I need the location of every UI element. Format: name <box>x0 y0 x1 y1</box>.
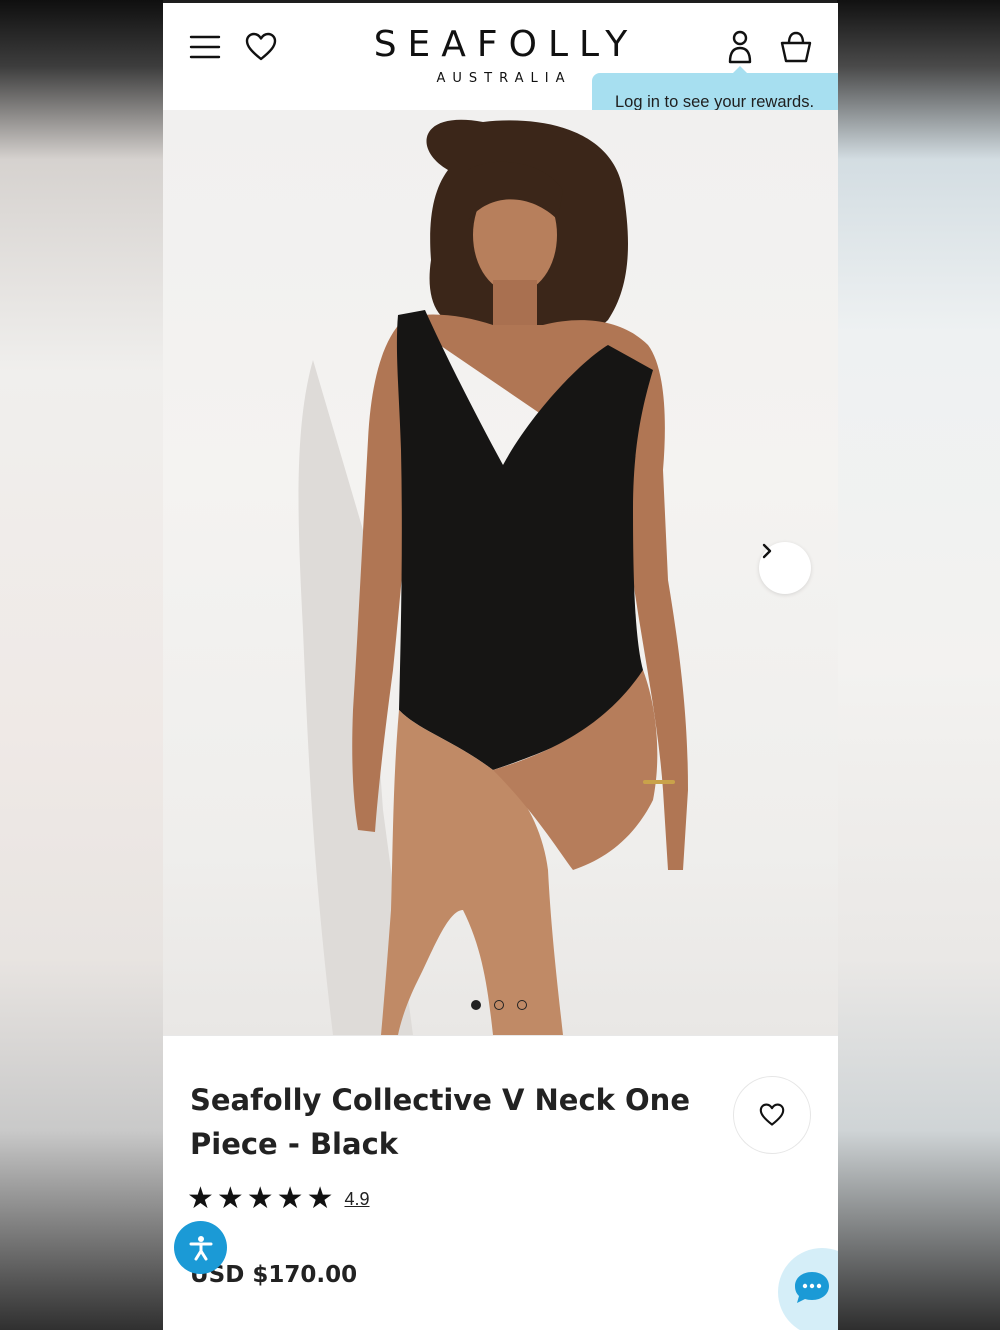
product-image-carousel[interactable] <box>163 110 838 1035</box>
chat-button[interactable] <box>778 1248 838 1330</box>
add-to-wishlist-button[interactable] <box>733 1076 811 1154</box>
carousel-dot-2[interactable] <box>494 1000 504 1010</box>
accessibility-icon <box>189 1235 212 1260</box>
bag-button[interactable] <box>777 27 815 67</box>
backdrop-right <box>837 0 1000 1330</box>
chat-bubble-icon <box>795 1272 829 1303</box>
rating-value-link[interactable]: 4.9 <box>344 1189 369 1210</box>
chevron-right-icon <box>762 543 772 559</box>
wishlist-button[interactable] <box>243 29 279 65</box>
heart-icon <box>759 1103 785 1126</box>
mobile-viewport: SEAFOLLY AUSTRALIA Log in to see your re… <box>163 3 838 1330</box>
accessibility-button[interactable] <box>174 1221 227 1274</box>
carousel-dot-1[interactable] <box>471 1000 481 1010</box>
product-rating: ★★★★★ 4.9 <box>187 1184 370 1214</box>
heart-icon <box>245 32 277 61</box>
carousel-dot-3[interactable] <box>517 1000 527 1010</box>
carousel-dots <box>471 1000 527 1010</box>
user-icon <box>728 30 752 64</box>
hamburger-menu-icon <box>189 35 221 59</box>
next-image-button[interactable] <box>759 542 811 594</box>
menu-button[interactable] <box>187 29 223 65</box>
brand-name: SEAFOLLY <box>373 24 639 65</box>
shopping-bag-icon <box>780 31 812 63</box>
product-photo <box>298 119 688 1035</box>
product-title: Seafolly Collective V Neck One Piece - B… <box>190 1083 690 1161</box>
account-button[interactable] <box>721 27 759 67</box>
rating-stars: ★★★★★ <box>187 1182 337 1215</box>
product-info: Seafolly Collective V Neck One Piece - B… <box>163 1035 838 1330</box>
site-header: SEAFOLLY AUSTRALIA Log in to see your re… <box>163 3 838 131</box>
backdrop-left <box>0 0 163 1330</box>
